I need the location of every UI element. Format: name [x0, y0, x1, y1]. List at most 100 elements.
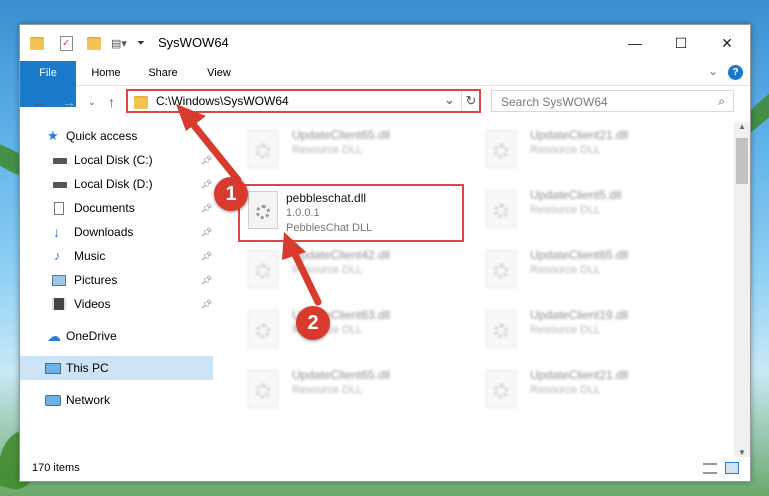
- dll-file-icon: [486, 250, 516, 288]
- drive-icon: [53, 182, 67, 188]
- pictures-icon: [52, 274, 66, 286]
- sidebar-item-onedrive[interactable]: ☁ OneDrive: [20, 324, 213, 348]
- new-folder-icon[interactable]: [87, 36, 101, 50]
- pin-icon: 📌︎: [201, 178, 213, 189]
- list-item[interactable]: UpdateClient19.dll Resource DLL: [476, 306, 706, 352]
- pin-icon: 📌︎: [201, 226, 213, 237]
- sidebar-item-quick-access[interactable]: ★ Quick access: [20, 124, 213, 148]
- file-type: Resource DLL: [530, 384, 601, 396]
- sidebar-item-local-disk-c[interactable]: Local Disk (C:) 📌︎: [20, 148, 213, 172]
- sidebar-item-pictures[interactable]: Pictures 📌︎: [20, 268, 213, 292]
- pin-icon: 📌︎: [201, 202, 213, 213]
- list-item[interactable]: pebbleschat.dll 1.0.0.1 PebblesChat DLL: [238, 189, 468, 235]
- folder-icon[interactable]: [30, 36, 44, 50]
- customize-toolbar-icon[interactable]: ▤▾: [111, 37, 127, 50]
- list-item[interactable]: UpdateClient65.dll Resource DLL: [238, 366, 468, 412]
- file-type: Resource DLL: [530, 324, 601, 336]
- large-icons-view-icon[interactable]: [725, 462, 739, 474]
- dll-file-icon: [486, 310, 516, 348]
- file-name: UpdateClient65.dll: [292, 368, 391, 382]
- chevron-down-icon[interactable]: ⏷: [137, 38, 145, 49]
- sidebar-item-label: Local Disk (C:): [74, 153, 153, 167]
- title-bar: ✓ ▤▾ ⏷ SysWOW64 — ☐ ✕: [20, 25, 750, 61]
- sidebar-item-local-disk-d[interactable]: Local Disk (D:) 📌︎: [20, 172, 213, 196]
- list-item[interactable]: UpdateClient63.dll Resource DLL: [238, 306, 468, 352]
- address-bar[interactable]: C:\Windows\SysWOW64 ⌄ ↻: [126, 89, 481, 113]
- computer-icon: [45, 362, 61, 374]
- pin-icon: 📌︎: [201, 298, 213, 309]
- forward-arrow-icon[interactable]: →: [62, 94, 76, 110]
- ribbon-collapse-icon[interactable]: ⌄: [708, 64, 718, 78]
- tab-view[interactable]: View: [196, 61, 242, 85]
- tab-share[interactable]: Share: [140, 61, 186, 85]
- vertical-scrollbar[interactable]: ▲ ▼: [734, 122, 750, 457]
- file-version: 1.0.0.1: [286, 207, 320, 219]
- help-icon[interactable]: ?: [728, 65, 743, 80]
- dll-file-icon: [486, 370, 516, 408]
- folder-icon: [134, 96, 148, 109]
- refresh-icon[interactable]: ↻: [461, 91, 480, 111]
- file-name: UpdateClient65.dll: [292, 128, 391, 142]
- drive-icon: [53, 158, 67, 164]
- list-item[interactable]: UpdateClient5.dll Resource DLL: [476, 186, 706, 232]
- address-path[interactable]: C:\Windows\SysWOW64: [156, 94, 289, 108]
- sidebar-item-label: Local Disk (D:): [74, 177, 153, 191]
- list-item[interactable]: UpdateClient65.dll Resource DLL: [238, 126, 468, 172]
- file-type: Resource DLL: [530, 204, 601, 216]
- navigation-bar: ← → ⌄ ↑ C:\Windows\SysWOW64 ⌄ ↻ Search S…: [20, 86, 750, 119]
- recent-locations-icon[interactable]: ⌄: [88, 97, 96, 108]
- sidebar-item-music[interactable]: ♪ Music 📌︎: [20, 244, 213, 268]
- pin-icon: 📌︎: [201, 154, 213, 165]
- ribbon-tabs: File Home Share View ⌄ ?: [20, 61, 750, 107]
- address-dropdown-icon[interactable]: ⌄: [444, 92, 455, 108]
- videos-icon: [52, 298, 66, 310]
- dll-file-icon: [248, 130, 278, 168]
- file-type: Resource DLL: [530, 144, 601, 156]
- cloud-icon: ☁: [47, 328, 61, 344]
- list-item[interactable]: UpdateClient21.dll Resource DLL: [476, 366, 706, 412]
- downloads-icon: ↓: [53, 224, 60, 240]
- dll-file-icon: [248, 370, 278, 408]
- tab-home[interactable]: Home: [82, 61, 130, 85]
- details-view-icon[interactable]: [703, 463, 717, 474]
- sidebar-item-label: Pictures: [74, 273, 118, 287]
- sidebar-item-documents[interactable]: Documents 📌︎: [20, 196, 213, 220]
- file-list: UpdateClient65.dll Resource DLL UpdateCl…: [226, 122, 731, 457]
- scroll-up-icon[interactable]: ▲: [738, 122, 746, 131]
- minimize-button[interactable]: —: [612, 25, 658, 61]
- search-icon: ⌕: [718, 94, 725, 108]
- file-name: UpdateClient5.dll: [530, 188, 622, 202]
- scroll-thumb[interactable]: [736, 138, 748, 184]
- search-input[interactable]: Search SysWOW64 ⌕: [491, 90, 734, 112]
- navigation-pane: ★ Quick access Local Disk (C:) 📌︎ Local …: [20, 122, 213, 452]
- window-title: SysWOW64: [158, 35, 229, 50]
- item-count: 170 items: [32, 462, 80, 474]
- list-item[interactable]: UpdateClient65.dll Resource DLL: [476, 246, 706, 292]
- step-1-badge: 1: [214, 177, 248, 211]
- back-arrow-icon[interactable]: ←: [32, 94, 46, 110]
- highlighted-file-item[interactable]: pebbleschat.dll 1.0.0.1 PebblesChat DLL: [238, 184, 464, 242]
- maximize-button[interactable]: ☐: [658, 25, 704, 61]
- sidebar-item-label: Quick access: [66, 129, 138, 143]
- step-2-badge: 2: [296, 306, 330, 340]
- sidebar-item-this-pc[interactable]: This PC: [20, 356, 213, 380]
- sidebar-item-label: This PC: [66, 361, 109, 375]
- sidebar-item-label: Videos: [74, 297, 111, 311]
- file-name: UpdateClient21.dll: [530, 128, 629, 142]
- sidebar-item-network[interactable]: Network: [20, 388, 213, 412]
- sidebar-item-label: Documents: [74, 201, 135, 215]
- list-item[interactable]: UpdateClient21.dll Resource DLL: [476, 126, 706, 172]
- music-icon: ♪: [54, 248, 61, 263]
- sidebar-item-videos[interactable]: Videos 📌︎: [20, 292, 213, 316]
- file-description: PebblesChat DLL: [286, 222, 373, 234]
- list-item[interactable]: UpdateClient42.dll Resource DLL: [238, 246, 468, 292]
- dll-file-icon: [486, 190, 516, 228]
- properties-icon[interactable]: ✓: [60, 35, 73, 51]
- file-name: UpdateClient19.dll: [530, 308, 629, 322]
- sidebar-item-label: OneDrive: [66, 329, 117, 343]
- sidebar-item-downloads[interactable]: ↓ Downloads 📌︎: [20, 220, 213, 244]
- file-name: UpdateClient65.dll: [530, 248, 629, 262]
- scroll-down-icon[interactable]: ▼: [738, 448, 746, 457]
- close-button[interactable]: ✕: [704, 25, 750, 61]
- up-arrow-icon[interactable]: ↑: [108, 94, 115, 110]
